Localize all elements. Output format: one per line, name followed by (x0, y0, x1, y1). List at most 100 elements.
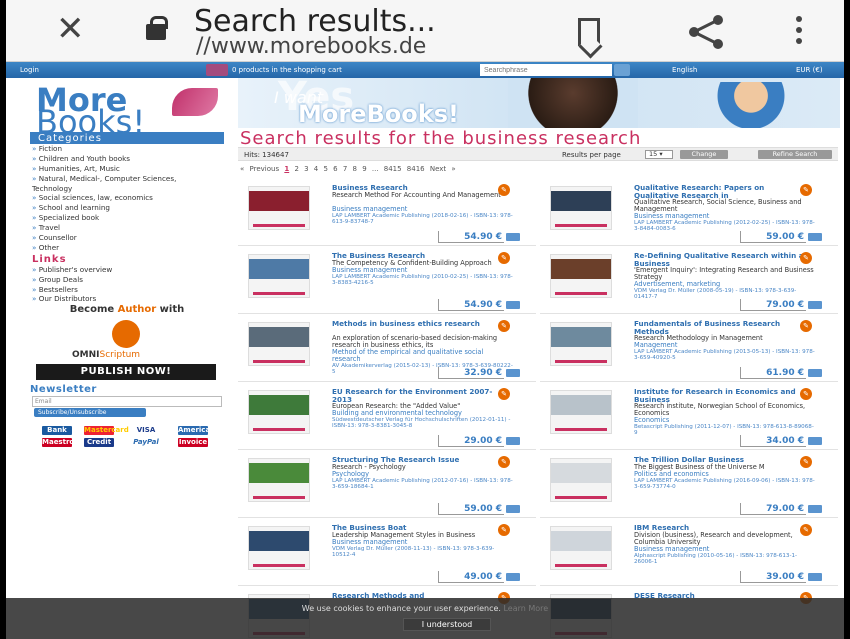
book-card[interactable]: EU Research for the Environment 2007-201… (238, 388, 536, 450)
book-category[interactable]: Business management (634, 213, 814, 220)
book-cover[interactable] (550, 186, 612, 230)
book-category[interactable]: Business management (332, 266, 512, 274)
book-title[interactable]: Qualitative Research: Papers on Qualitat… (634, 184, 806, 199)
pencil-icon[interactable]: ✎ (498, 524, 510, 536)
search-input[interactable] (480, 64, 612, 76)
category-link[interactable]: Specialized book (30, 213, 224, 223)
add-to-cart-icon[interactable] (506, 233, 520, 241)
results-per-page-select[interactable]: 15 ▾ (645, 150, 673, 159)
category-link[interactable]: Counsellor (30, 233, 224, 243)
book-category[interactable]: Politics and economics (634, 470, 814, 478)
book-cover[interactable] (248, 390, 310, 434)
book-title[interactable]: Methods in business ethics research (332, 320, 504, 328)
category-link[interactable]: Other (30, 243, 224, 253)
category-link[interactable]: Travel (30, 223, 224, 233)
book-category[interactable]: Psychology (332, 470, 512, 478)
sidebar-link[interactable]: Our Distributors (30, 294, 224, 304)
book-title[interactable]: Fundamentals of Business Research Method… (634, 320, 806, 335)
book-cover[interactable] (248, 458, 310, 502)
add-to-cart-icon[interactable] (808, 437, 822, 445)
book-cover[interactable] (248, 254, 310, 298)
change-button[interactable]: Change (680, 150, 728, 159)
cart-status[interactable]: 0 products in the shopping cart (232, 66, 342, 74)
book-cover[interactable] (550, 526, 612, 570)
overflow-menu-icon[interactable] (794, 16, 804, 50)
book-card[interactable]: IBM Research Division (business), Researc… (540, 524, 838, 586)
add-to-cart-icon[interactable] (506, 573, 520, 581)
currency-select[interactable]: EUR (€) (796, 66, 823, 74)
pager-prev[interactable]: « Previous (240, 165, 279, 173)
book-card[interactable]: Structuring The Research Issue Research -… (238, 456, 536, 518)
book-category[interactable]: Business management (634, 545, 814, 553)
pager-next[interactable]: Next » (430, 165, 456, 173)
book-card[interactable]: Business Research Research Method For Acc… (238, 184, 536, 246)
category-link[interactable]: Social sciences, law, economics (30, 193, 224, 203)
newsletter-email-field[interactable]: Email (32, 396, 222, 407)
share-icon[interactable] (686, 14, 726, 50)
pencil-icon[interactable]: ✎ (498, 320, 510, 332)
add-to-cart-icon[interactable] (808, 505, 822, 513)
book-cover[interactable] (550, 390, 612, 434)
book-category[interactable]: Advertisement, marketing (634, 281, 814, 288)
sidebar-link[interactable]: Bestsellers (30, 285, 224, 295)
omniscriptum-logo[interactable]: OMNIScriptum (30, 320, 224, 366)
book-category[interactable]: Business management (332, 205, 512, 213)
close-icon[interactable]: ✕ (56, 12, 85, 46)
book-category[interactable]: Business management (332, 538, 512, 546)
book-card[interactable]: Methods in business ethics research An ex… (238, 320, 536, 382)
book-category[interactable]: Economics (634, 417, 814, 424)
learn-more-link[interactable]: Learn More (503, 604, 548, 613)
refine-search-button[interactable]: Refine Search (758, 150, 832, 159)
bookmark-icon[interactable] (578, 18, 600, 46)
add-to-cart-icon[interactable] (808, 573, 822, 581)
cookie-accept-button[interactable]: I understood (403, 618, 491, 631)
category-link[interactable]: Fiction (30, 144, 224, 154)
pencil-icon[interactable]: ✎ (800, 388, 812, 400)
book-cover[interactable] (550, 322, 612, 366)
book-cover[interactable] (550, 458, 612, 502)
search-button[interactable] (614, 64, 630, 76)
book-category[interactable]: Method of the empirical and qualitative … (332, 349, 512, 363)
category-link[interactable]: Natural, Medical-, Computer Sciences, Te… (30, 174, 190, 194)
book-title[interactable]: Institute for Research in Economics and … (634, 388, 806, 403)
book-cover[interactable] (550, 254, 612, 298)
pager-pages[interactable]: 2 3 4 5 6 7 8 9 ... 8415 8416 (294, 165, 424, 173)
pencil-icon[interactable]: ✎ (498, 456, 510, 468)
book-title[interactable]: Re-Defining Qualitative Research within … (634, 252, 806, 267)
book-title[interactable]: EU Research for the Environment 2007-201… (332, 388, 504, 403)
add-to-cart-icon[interactable] (808, 233, 822, 241)
add-to-cart-icon[interactable] (808, 301, 822, 309)
lock-icon[interactable] (146, 16, 168, 40)
add-to-cart-icon[interactable] (506, 505, 520, 513)
subscribe-button[interactable]: Subscribe/Unsubscribe (34, 408, 146, 417)
category-link[interactable]: Humanities, Art, Music (30, 164, 224, 174)
pager-current[interactable]: 1 (284, 165, 289, 173)
pencil-icon[interactable]: ✎ (800, 320, 812, 332)
book-card[interactable]: The Trillion Dollar Business The Biggest … (540, 456, 838, 518)
pencil-icon[interactable]: ✎ (498, 388, 510, 400)
add-to-cart-icon[interactable] (506, 437, 520, 445)
add-to-cart-icon[interactable] (506, 369, 520, 377)
sidebar-link[interactable]: Publisher's overview (30, 265, 224, 275)
browser-url[interactable]: //www.morebooks.de (196, 34, 426, 59)
add-to-cart-icon[interactable] (506, 301, 520, 309)
language-select[interactable]: English (672, 66, 697, 74)
book-card[interactable]: Qualitative Research: Papers on Qualitat… (540, 184, 838, 246)
sidebar-link[interactable]: Group Deals (30, 275, 224, 285)
pencil-icon[interactable]: ✎ (800, 184, 812, 196)
category-link[interactable]: School and learning (30, 203, 224, 213)
pencil-icon[interactable]: ✎ (800, 524, 812, 536)
book-card[interactable]: The Business Boat Leadership Management S… (238, 524, 536, 586)
book-cover[interactable] (248, 186, 310, 230)
book-card[interactable]: The Business Research The Competency & Co… (238, 252, 536, 314)
book-category[interactable]: Management (634, 342, 814, 349)
book-card[interactable]: Institute for Research in Economics and … (540, 388, 838, 450)
publish-now-button[interactable]: PUBLISH NOW! (36, 364, 216, 380)
book-card[interactable]: Fundamentals of Business Research Method… (540, 320, 838, 382)
pencil-icon[interactable]: ✎ (498, 252, 510, 264)
login-link[interactable]: Login (20, 66, 39, 74)
add-to-cart-icon[interactable] (808, 369, 822, 377)
promo-banner[interactable]: Yes I want MoreBooks! (238, 78, 840, 128)
book-cover[interactable] (248, 322, 310, 366)
book-card[interactable]: Re-Defining Qualitative Research within … (540, 252, 838, 314)
